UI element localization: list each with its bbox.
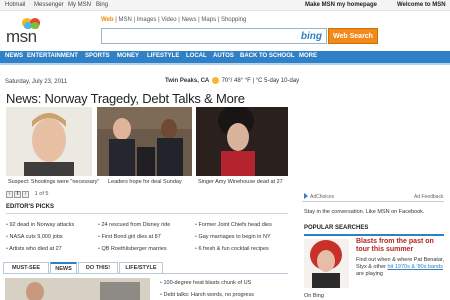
scope-web[interactable]: Web [101, 17, 114, 23]
pick-link[interactable]: QB Roethlisberger marries [98, 246, 166, 252]
main-nav: NEWS ENTERTAINMENT SPORTS MONEY LIFESTYL… [0, 51, 450, 63]
scope-maps[interactable]: Maps [201, 17, 216, 23]
popular-bands-link[interactable]: hit 1970s & '80s bands [388, 264, 443, 270]
unit-f-toggle[interactable]: °F [245, 78, 251, 84]
nav-entertainment[interactable]: ENTERTAINMENT [27, 53, 78, 59]
pick-link[interactable]: First Bond girl dies at 87 [98, 234, 160, 240]
nav-money[interactable]: MONEY [117, 53, 139, 59]
tab-do-this[interactable]: DO THIS! [78, 262, 118, 273]
unit-c-toggle[interactable]: °C [256, 78, 263, 84]
tabs-divider [3, 273, 288, 274]
sun-icon [211, 77, 219, 84]
nav-back-to-school[interactable]: BACK TO SCHOOL [240, 53, 295, 59]
pick-link[interactable]: 92 dead in Norway attacks [6, 222, 74, 228]
nav-divider [0, 63, 450, 65]
make-homepage-link[interactable]: Make MSN my homepage [305, 2, 377, 8]
meeting-image [97, 107, 192, 176]
nav-more[interactable]: MORE [299, 53, 317, 59]
adchoices-icon [304, 193, 308, 199]
caption-winehouse[interactable]: Singer Amy Winehouse dead at 27 [198, 179, 283, 185]
on-bing-heading: On Bing [304, 293, 324, 299]
editors-picks-divider [6, 213, 288, 214]
weather-widget: Twin Peaks, CA 70°/ 48° °F | °C 5-day 10… [165, 77, 299, 84]
scope-news[interactable]: News [181, 17, 196, 23]
pager-prev-button[interactable]: ‹ [6, 191, 13, 198]
pager-count: 1 of 5 [34, 191, 49, 197]
news-list-item[interactable]: 100-degree heat blasts chunk of US [160, 280, 251, 286]
slideshow-pager: ‹ ‖ › 1 of 5 [6, 191, 48, 199]
tab-must-see[interactable]: MUST-SEE [3, 262, 49, 273]
photo-winehouse[interactable] [196, 107, 288, 176]
pick-link[interactable]: Former Joint Chiefs head dies [195, 222, 271, 228]
nav-news[interactable]: NEWS [5, 53, 23, 59]
pager-next-button[interactable]: › [22, 191, 29, 198]
nav-sports[interactable]: SPORTS [85, 53, 110, 59]
pick-link[interactable]: Artists who died at 27 [6, 246, 62, 252]
unit-separator: | [252, 78, 255, 85]
tab-news[interactable]: NEWS [50, 262, 77, 273]
tab-life-style[interactable]: LIFE/STYLE [119, 262, 163, 273]
my-msn-link[interactable]: My MSN [68, 2, 91, 8]
nav-local[interactable]: LOCAL [186, 53, 207, 59]
nav-lifestyle[interactable]: LIFESTYLE [147, 53, 179, 59]
pick-link[interactable]: NASA cuts 9,000 jobs [6, 234, 62, 240]
bing-logo: bing [300, 31, 322, 42]
facebook-promo[interactable]: Stay in the conversation. Like MSN on Fa… [304, 209, 424, 215]
caption-suspect[interactable]: Suspect: Shootings were "necessary" [8, 179, 99, 185]
singer-image [196, 107, 288, 176]
weather-location[interactable]: Twin Peaks, CA [165, 78, 209, 84]
caption-leaders[interactable]: Leaders hope for deal Sunday [108, 179, 182, 185]
date-text: Saturday, July 23, 2011 [5, 79, 68, 85]
editors-picks-title: EDITOR'S PICKS [6, 204, 54, 210]
popular-body-tail: are playing [356, 271, 383, 277]
pager-pause-button[interactable]: ‖ [14, 191, 21, 198]
pick-link[interactable]: 6 fresh & fun cocktail recipes [195, 246, 268, 252]
search-scope-links: Web | MSN | Images | Video | News | Maps… [101, 17, 247, 23]
popular-headline[interactable]: Blasts from the past on tour this summer [356, 238, 446, 254]
lead-headline[interactable]: News: Norway Tragedy, Debt Talks & More [6, 91, 245, 106]
portrait-image [6, 107, 92, 176]
performer-image [304, 239, 349, 288]
messenger-link[interactable]: Messenger [34, 2, 64, 8]
news-list-item[interactable]: Debt talks: Harsh words, no progress [160, 292, 253, 298]
logo-text: msn [6, 27, 37, 46]
popular-body: Find out when & where Pat Benatar, Styx … [356, 257, 448, 278]
adchoices-link[interactable]: AdChoices [310, 194, 334, 200]
web-search-button[interactable]: Web Search [328, 28, 378, 44]
scope-images[interactable]: Images [137, 17, 157, 23]
scope-shopping[interactable]: Shopping [221, 17, 246, 23]
search-input[interactable]: bing [101, 28, 327, 44]
utility-bar: Hotmail Messenger My MSN Bing Make MSN m… [0, 0, 450, 11]
hotmail-link[interactable]: Hotmail [5, 2, 25, 8]
weather-temp: 70°/ 48° [221, 78, 244, 85]
pick-link[interactable]: 24 rescued from Disney ride [98, 222, 170, 228]
scope-msn[interactable]: MSN [118, 17, 131, 23]
ad-feedback-link[interactable]: Ad Feedback [414, 194, 443, 200]
photo-leaders[interactable] [97, 107, 192, 176]
nav-autos[interactable]: AUTOS [213, 53, 234, 59]
ad-divider [302, 201, 444, 202]
popular-searches-divider [304, 234, 444, 236]
news-tab-photo[interactable] [5, 278, 150, 300]
popular-searches-title: POPULAR SEARCHES [304, 225, 369, 231]
photo-suspect[interactable] [6, 107, 92, 176]
welcome-link[interactable]: Welcome to MSN [397, 2, 446, 8]
scope-video[interactable]: Video [161, 17, 176, 23]
forecast-10day[interactable]: 10-day [281, 78, 299, 84]
pick-link[interactable]: Gay marriages to begin in NY [195, 234, 270, 240]
popular-photo[interactable] [304, 239, 349, 288]
news-image [5, 278, 150, 300]
forecast-5day[interactable]: 5-day [264, 78, 279, 84]
bing-link[interactable]: Bing [96, 2, 108, 8]
